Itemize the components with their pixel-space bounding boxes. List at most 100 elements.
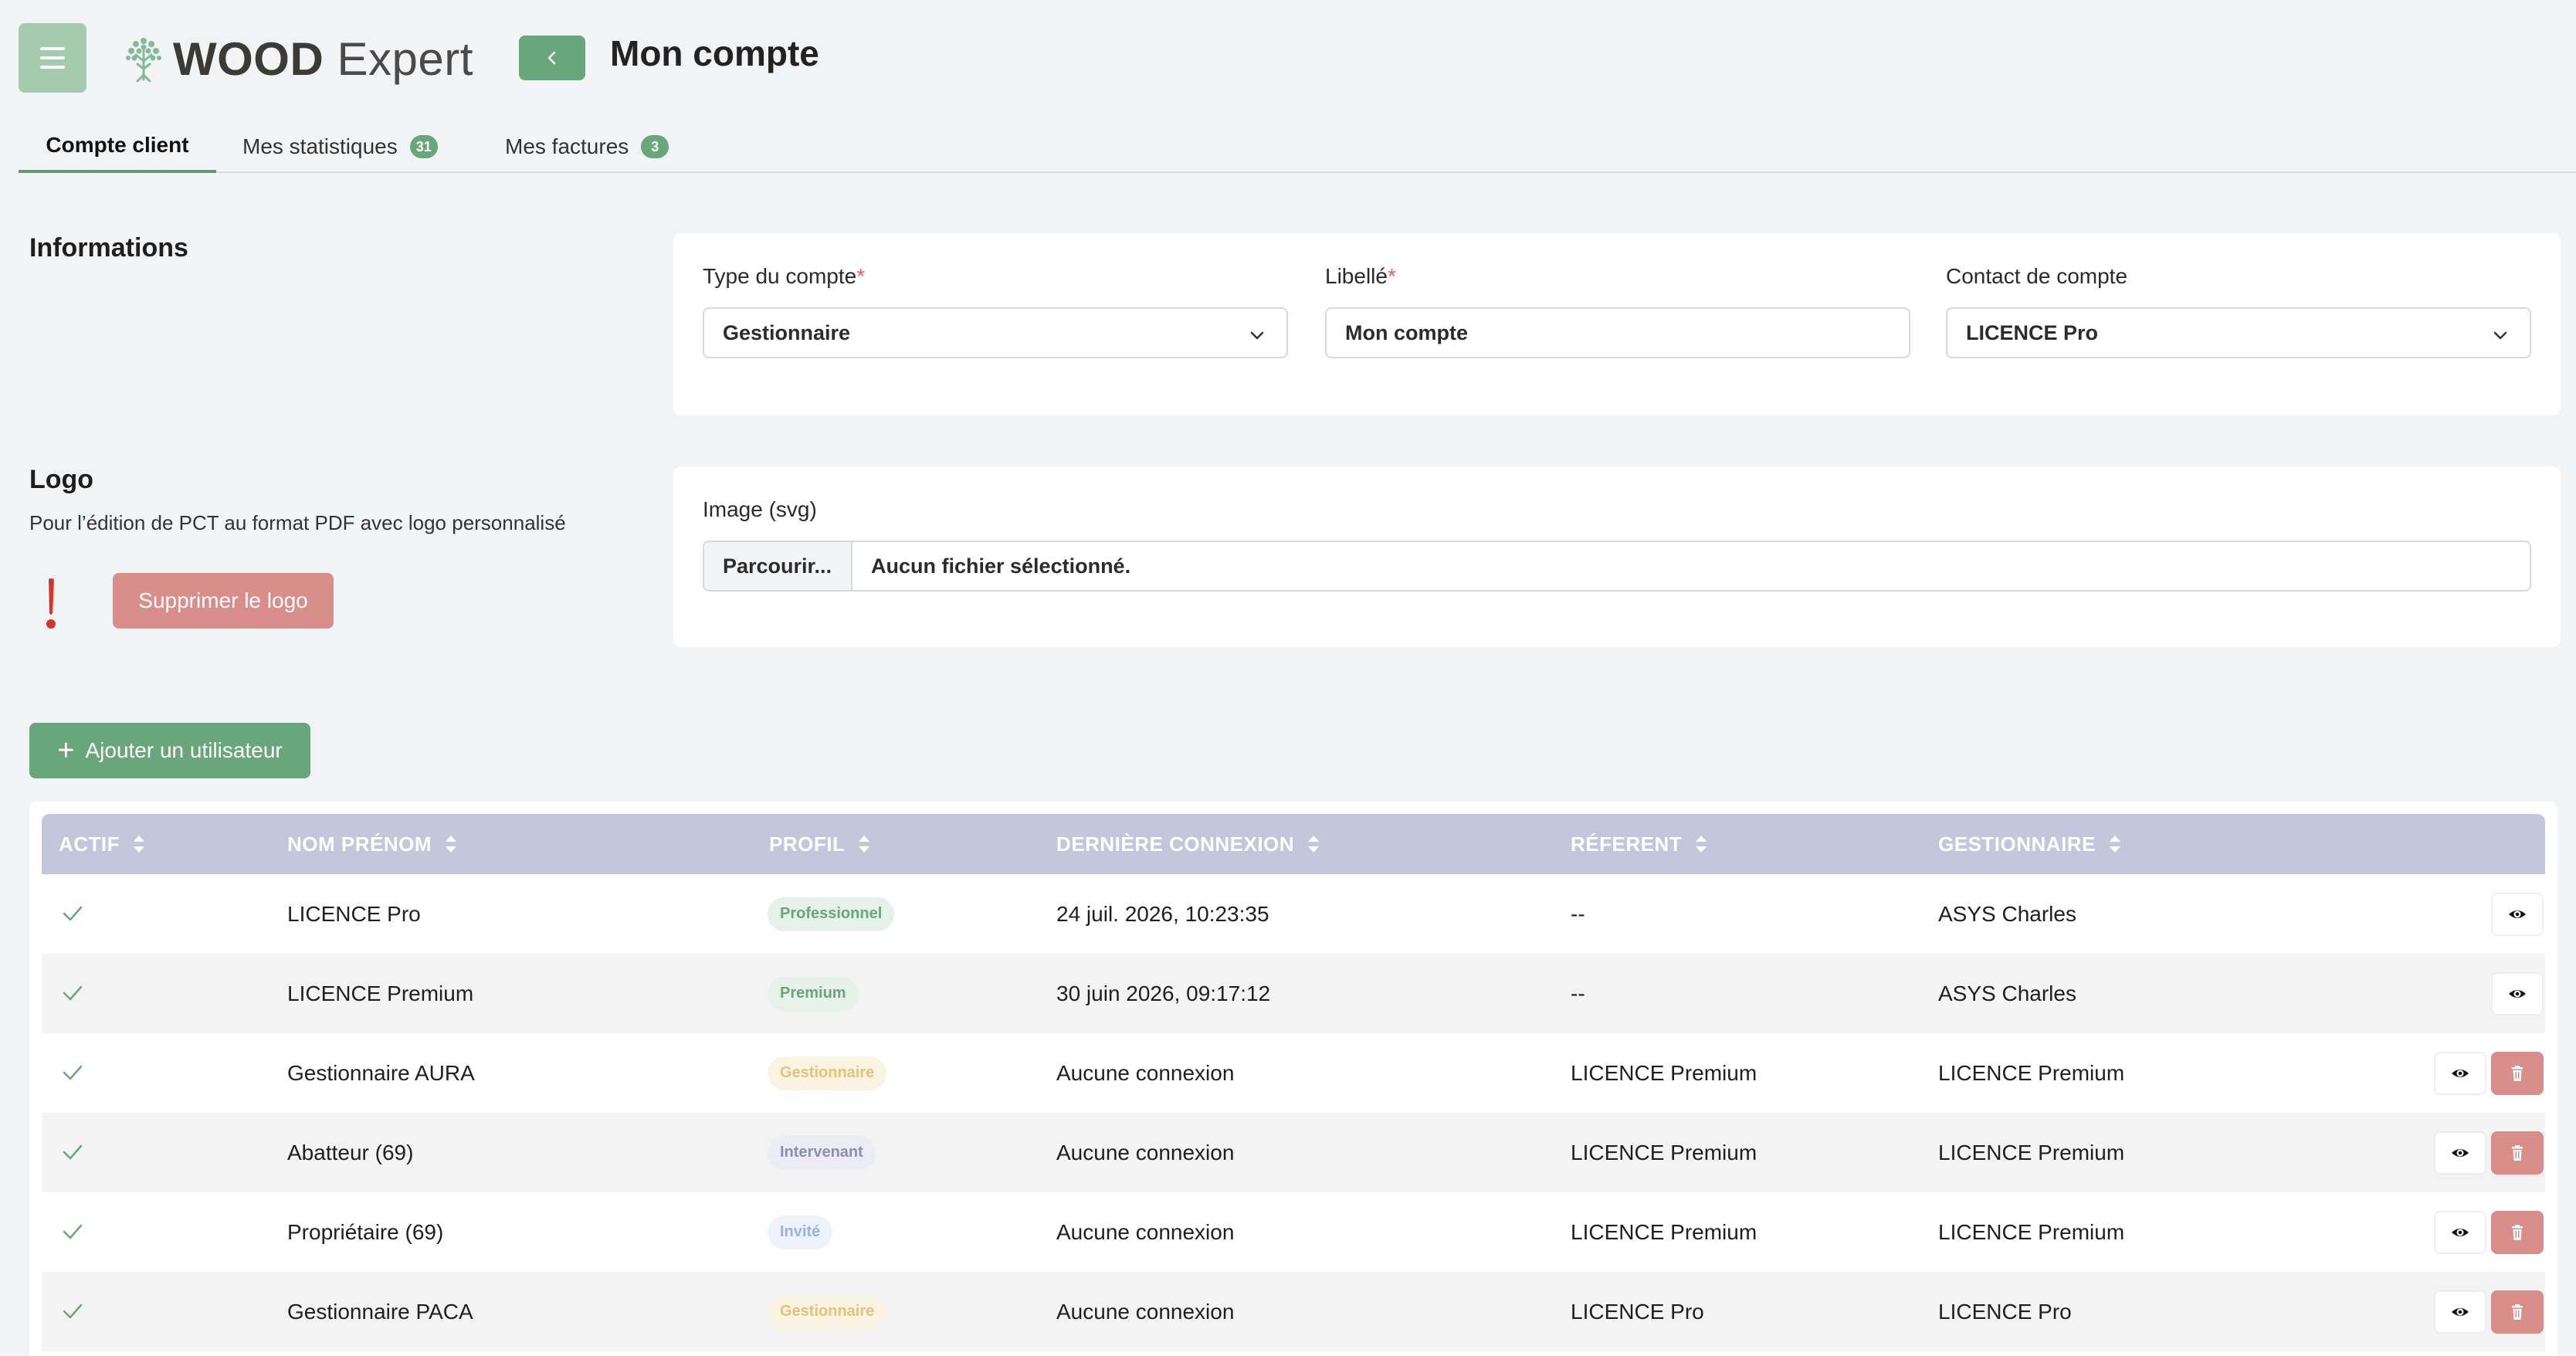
file-name: Aucun fichier sélectionné. [871, 554, 1131, 578]
libelle-input[interactable]: Mon compte [1325, 307, 1910, 358]
manager: LICENCE Premium [1938, 1060, 2125, 1085]
trash-icon [2512, 1066, 2523, 1081]
view-user-button[interactable] [2434, 1211, 2486, 1254]
column-header-actif[interactable]: ACTIF [59, 814, 146, 874]
profile-badge: Intervenant [768, 1135, 876, 1170]
user-name: Gestionnaire AURA [287, 1060, 475, 1085]
view-user-button[interactable] [2491, 893, 2544, 936]
menu-line-icon [40, 56, 65, 59]
libelle-label: Libellé* [1325, 264, 1396, 288]
user-name: LICENCE Premium [287, 981, 474, 1005]
manager: ASYS Charles [1938, 901, 2076, 926]
tab-label: Compte client [46, 133, 189, 157]
check-icon [63, 985, 83, 1001]
table-row: LICENCE Premium Premium 30 juin 2026, 09:1… [42, 954, 2545, 1033]
chevron-down-icon [1250, 331, 1264, 340]
last-login: 24 juil. 2026, 10:23:35 [1056, 901, 1269, 926]
trash-icon [2512, 1225, 2523, 1240]
table-row: Gestionnaire AURA Gestionnaire Aucune conn… [42, 1033, 2545, 1113]
view-user-button[interactable] [2434, 1052, 2486, 1095]
last-login: 30 juin 2026, 09:17:12 [1056, 981, 1271, 1005]
delete-logo-button[interactable]: Supprimer le logo [113, 573, 334, 629]
tab-mes-factures[interactable]: Mes factures 3 [505, 120, 669, 173]
sort-icon [1308, 836, 1320, 853]
last-login: Aucune connexion [1056, 1219, 1235, 1244]
back-button[interactable] [519, 36, 585, 80]
hamburger-menu-button[interactable] [19, 23, 86, 93]
user-name: Propriétaire (69) [287, 1219, 444, 1244]
tab-bar: Compte client Mes statistiques 31 Mes fa… [19, 120, 2576, 173]
table-row: LICENCE Pro Professionnel 24 juil. 2026, 1… [42, 874, 2545, 954]
column-header-referent[interactable]: RÉFERENT [1571, 814, 1708, 874]
informations-card: Type du compte* Gestionnaire Libellé* Mo… [673, 233, 2561, 415]
manager: LICENCE Premium [1938, 1219, 2125, 1244]
manager: ASYS Charles [1938, 981, 2076, 1005]
table-row: Gestionnaire PACA Gestionnaire Aucune conn… [42, 1272, 2545, 1351]
logo-description: Pour l’édition de PCT au format PDF avec… [29, 511, 566, 534]
delete-user-button[interactable] [2491, 1211, 2544, 1254]
check-icon [63, 906, 83, 921]
contact-select[interactable]: LICENCE Pro [1946, 307, 2531, 358]
eye-icon [2452, 1149, 2469, 1157]
view-user-button[interactable] [2491, 972, 2544, 1015]
tab-mes-statistiques[interactable]: Mes statistiques 31 [242, 120, 438, 173]
delete-user-button[interactable] [2491, 1052, 2544, 1095]
sort-icon [1696, 836, 1707, 853]
menu-line-icon [40, 47, 65, 50]
trash-icon [2512, 1145, 2523, 1161]
eye-icon [2509, 990, 2526, 998]
exclamation-icon [46, 578, 56, 629]
account-type-value: Gestionnaire [723, 320, 851, 344]
column-header-profil[interactable]: PROFIL [769, 814, 871, 874]
account-type-select[interactable]: Gestionnaire [703, 307, 1288, 358]
view-user-button[interactable] [2434, 1131, 2486, 1175]
add-user-button[interactable]: + Ajouter un utilisateur [29, 723, 310, 778]
eye-icon [2452, 1308, 2469, 1316]
logo-title: Logo [29, 465, 94, 494]
view-user-button[interactable] [2434, 1290, 2486, 1334]
profile-cell: Gestionnaire [768, 1033, 887, 1113]
contact-value: LICENCE Pro [1966, 320, 2099, 344]
referent: -- [1571, 901, 1585, 926]
eye-icon [2452, 1070, 2469, 1077]
user-name: LICENCE Pro [287, 901, 421, 926]
eye-icon [2452, 1229, 2469, 1236]
browse-button[interactable]: Parcourir... [704, 542, 852, 590]
top-bar: WOOD Expert Mon compte [0, 0, 2576, 124]
last-login: Aucune connexion [1056, 1140, 1235, 1164]
tree-icon [126, 38, 161, 83]
brand-logo[interactable]: WOOD Expert [122, 28, 473, 90]
check-icon [63, 1144, 83, 1160]
user-name: Gestionnaire PACA [287, 1299, 473, 1324]
libelle-value: Mon compte [1345, 320, 1468, 344]
manager: LICENCE Premium [1938, 1140, 2125, 1164]
table-row: Abatteur (69) Intervenant Aucune connexion… [42, 1113, 2545, 1192]
tab-compte-client[interactable]: Compte client [19, 120, 216, 173]
menu-line-icon [40, 66, 65, 69]
chevron-down-icon [2493, 331, 2507, 340]
last-login: Aucune connexion [1056, 1060, 1235, 1085]
profile-cell: Invité [768, 1192, 833, 1272]
column-header-nom-prenom[interactable]: NOM PRÉNOM [287, 814, 458, 874]
check-icon [63, 1224, 83, 1239]
logo-card: Image (svg) Parcourir... Aucun fichier s… [673, 466, 2561, 647]
profile-badge: Premium [768, 976, 859, 1011]
column-header-gestionnaire[interactable]: GESTIONNAIRE [1938, 814, 2122, 874]
profile-badge: Invité [768, 1215, 833, 1249]
sort-icon [859, 836, 870, 853]
profile-badge: Professionnel [768, 897, 895, 931]
check-icon [63, 1303, 83, 1319]
image-label: Image (svg) [703, 497, 817, 521]
column-header-derniere-connexion[interactable]: DERNIÈRE CONNEXION [1056, 814, 1320, 874]
tab-label: Mes factures [505, 134, 629, 158]
file-input[interactable]: Parcourir... Aucun fichier sélectionné. [703, 541, 2531, 592]
delete-user-button[interactable] [2491, 1131, 2544, 1175]
delete-user-button[interactable] [2491, 1290, 2544, 1334]
referent: -- [1571, 981, 1585, 1005]
tab-count-badge: 3 [641, 135, 669, 158]
profile-cell: Gestionnaire [768, 1272, 887, 1351]
table-row: Propriétaire (69) Invité Aucune connexion L… [42, 1192, 2545, 1272]
brand-name: WOOD Expert [173, 32, 473, 85]
users-table: ACTIF NOM PRÉNOM PROFIL DERNIÈRE CONNEXI… [29, 802, 2557, 1356]
account-type-label: Type du compte* [703, 264, 866, 288]
